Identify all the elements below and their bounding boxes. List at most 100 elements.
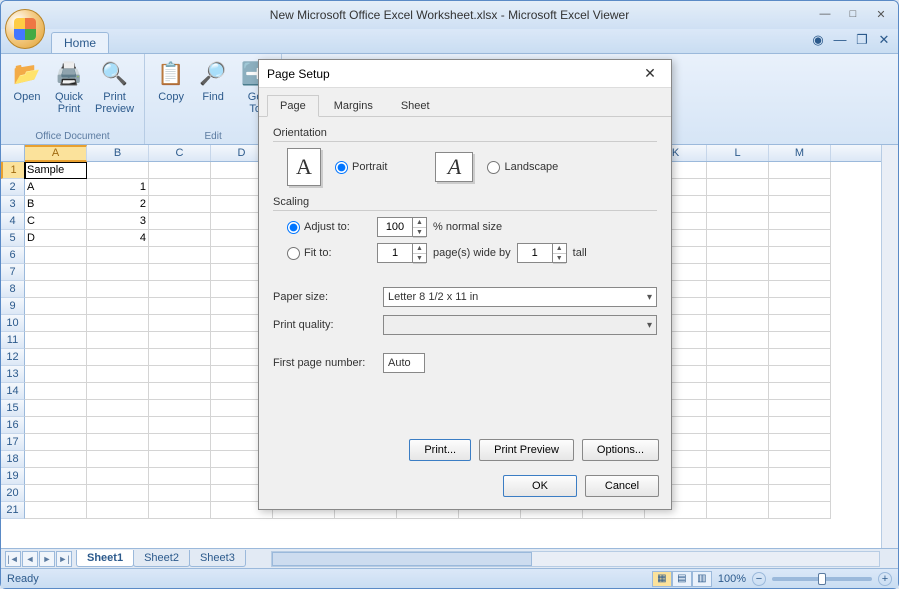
row-header-16[interactable]: 16 — [1, 417, 25, 434]
zoom-slider-thumb[interactable] — [818, 573, 826, 585]
cell-A8[interactable] — [25, 281, 87, 298]
view-normal-button[interactable]: ▦ — [652, 571, 672, 587]
cell-L14[interactable] — [707, 383, 769, 400]
cell-C8[interactable] — [149, 281, 211, 298]
print-button[interactable]: Print... — [409, 439, 471, 461]
cell-A6[interactable] — [25, 247, 87, 264]
print-quality-select[interactable]: ▾ — [383, 315, 657, 335]
fit-tall-spinner[interactable]: ▲▼ — [517, 243, 567, 263]
cell-C9[interactable] — [149, 298, 211, 315]
options-button[interactable]: Options... — [582, 439, 659, 461]
cell-M7[interactable] — [769, 264, 831, 281]
adjust-to-input[interactable] — [378, 218, 412, 236]
sheet-nav-first[interactable]: |◄ — [5, 551, 21, 567]
cell-A17[interactable] — [25, 434, 87, 451]
zoom-slider[interactable] — [772, 577, 872, 581]
cell-A4[interactable]: C — [25, 213, 87, 230]
cell-A2[interactable]: A — [25, 179, 87, 196]
cell-C6[interactable] — [149, 247, 211, 264]
cell-M1[interactable] — [769, 162, 831, 179]
cell-L12[interactable] — [707, 349, 769, 366]
view-page-layout-button[interactable]: ▤ — [672, 571, 692, 587]
maximize-button[interactable]: □ — [842, 5, 864, 23]
paper-size-select[interactable]: Letter 8 1/2 x 11 in ▾ — [383, 287, 657, 307]
fit-tall-down-icon[interactable]: ▼ — [553, 254, 566, 264]
cell-A5[interactable]: D — [25, 230, 87, 247]
cell-B20[interactable] — [87, 485, 149, 502]
zoom-out-button[interactable]: − — [752, 572, 766, 586]
row-header-18[interactable]: 18 — [1, 451, 25, 468]
cell-B8[interactable] — [87, 281, 149, 298]
cell-A20[interactable] — [25, 485, 87, 502]
cell-L15[interactable] — [707, 400, 769, 417]
fit-wide-up-icon[interactable]: ▲ — [413, 244, 426, 254]
cell-A18[interactable] — [25, 451, 87, 468]
row-header-9[interactable]: 9 — [1, 298, 25, 315]
cell-B21[interactable] — [87, 502, 149, 519]
cell-M11[interactable] — [769, 332, 831, 349]
fit-tall-input[interactable] — [518, 244, 552, 262]
view-page-break-button[interactable]: ▥ — [692, 571, 712, 587]
vertical-scrollbar[interactable] — [881, 145, 898, 548]
cell-A1[interactable]: Sample — [25, 162, 87, 179]
fit-wide-down-icon[interactable]: ▼ — [413, 254, 426, 264]
adjust-to-radio[interactable]: Adjust to: — [287, 221, 377, 234]
adjust-to-radio-input[interactable] — [287, 221, 300, 234]
row-header-17[interactable]: 17 — [1, 434, 25, 451]
dialog-tab-sheet[interactable]: Sheet — [388, 95, 443, 117]
cell-B15[interactable] — [87, 400, 149, 417]
cell-M19[interactable] — [769, 468, 831, 485]
row-header-1[interactable]: 1 — [1, 162, 25, 179]
cell-L9[interactable] — [707, 298, 769, 315]
cell-A3[interactable]: B — [25, 196, 87, 213]
find-button[interactable]: 🔎 Find — [193, 56, 233, 105]
cell-L21[interactable] — [707, 502, 769, 519]
cell-M5[interactable] — [769, 230, 831, 247]
cell-A7[interactable] — [25, 264, 87, 281]
cell-L10[interactable] — [707, 315, 769, 332]
horizontal-scrollbar[interactable] — [271, 551, 880, 567]
row-header-14[interactable]: 14 — [1, 383, 25, 400]
row-header-7[interactable]: 7 — [1, 264, 25, 281]
sheet-tab-sheet1[interactable]: Sheet1 — [76, 550, 134, 567]
column-header-B[interactable]: B — [87, 145, 149, 161]
sheet-nav-next[interactable]: ► — [39, 551, 55, 567]
cell-M17[interactable] — [769, 434, 831, 451]
dialog-tab-margins[interactable]: Margins — [321, 95, 386, 117]
row-header-10[interactable]: 10 — [1, 315, 25, 332]
cell-B2[interactable]: 1 — [87, 179, 149, 196]
cell-B13[interactable] — [87, 366, 149, 383]
cell-B7[interactable] — [87, 264, 149, 281]
cell-A21[interactable] — [25, 502, 87, 519]
minimize-button[interactable]: — — [814, 5, 836, 23]
cell-L2[interactable] — [707, 179, 769, 196]
cell-A15[interactable] — [25, 400, 87, 417]
cell-M21[interactable] — [769, 502, 831, 519]
sheet-tab-sheet3[interactable]: Sheet3 — [189, 550, 246, 567]
horizontal-scrollbar-thumb[interactable] — [272, 552, 532, 566]
cell-B1[interactable] — [87, 162, 149, 179]
cell-L17[interactable] — [707, 434, 769, 451]
cell-L18[interactable] — [707, 451, 769, 468]
cell-A16[interactable] — [25, 417, 87, 434]
cell-C5[interactable] — [149, 230, 211, 247]
cell-A9[interactable] — [25, 298, 87, 315]
cell-M14[interactable] — [769, 383, 831, 400]
cell-C17[interactable] — [149, 434, 211, 451]
cell-C3[interactable] — [149, 196, 211, 213]
ok-button[interactable]: OK — [503, 475, 577, 497]
cell-M16[interactable] — [769, 417, 831, 434]
cell-C21[interactable] — [149, 502, 211, 519]
print-preview-button[interactable]: 🔍 Print Preview — [91, 56, 138, 117]
cell-A13[interactable] — [25, 366, 87, 383]
cell-L8[interactable] — [707, 281, 769, 298]
fit-wide-input[interactable] — [378, 244, 412, 262]
fit-to-radio-input[interactable] — [287, 247, 300, 260]
cell-C7[interactable] — [149, 264, 211, 281]
row-header-2[interactable]: 2 — [1, 179, 25, 196]
adjust-down-icon[interactable]: ▼ — [413, 228, 426, 238]
cell-B14[interactable] — [87, 383, 149, 400]
cell-L1[interactable] — [707, 162, 769, 179]
cell-B11[interactable] — [87, 332, 149, 349]
column-header-A[interactable]: A — [25, 145, 87, 162]
